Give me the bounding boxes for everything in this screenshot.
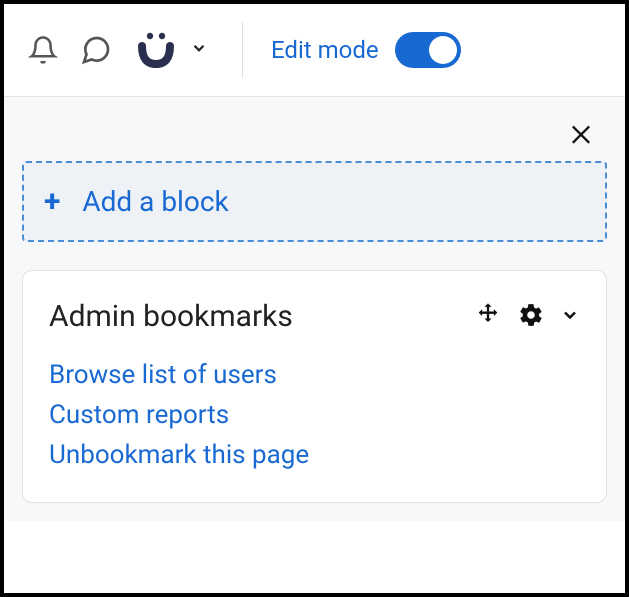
- topbar: Edit mode: [4, 4, 625, 97]
- bookmark-link-custom-reports[interactable]: Custom reports: [49, 400, 580, 430]
- gear-icon[interactable]: [518, 302, 544, 332]
- block-title: Admin bookmarks: [49, 299, 293, 334]
- block-drawer: + Add a block Admin bookmarks: [4, 97, 625, 521]
- close-drawer-icon[interactable]: [567, 119, 595, 151]
- bookmark-link-browse-users[interactable]: Browse list of users: [49, 360, 580, 390]
- divider: [242, 22, 243, 78]
- edit-mode-toggle-group: Edit mode: [271, 32, 461, 68]
- edit-mode-toggle[interactable]: [395, 32, 461, 68]
- admin-bookmarks-block: Admin bookmarks: [22, 270, 607, 503]
- messages-icon[interactable]: [80, 34, 112, 66]
- plus-icon: +: [44, 187, 60, 217]
- notifications-icon[interactable]: [28, 35, 58, 65]
- edit-mode-label: Edit mode: [271, 36, 379, 64]
- add-block-label: Add a block: [82, 185, 228, 218]
- move-icon[interactable]: [474, 301, 502, 333]
- bookmark-link-unbookmark[interactable]: Unbookmark this page: [49, 440, 580, 470]
- chevron-down-icon[interactable]: [560, 305, 580, 329]
- chevron-down-icon: [190, 39, 208, 61]
- avatar-icon: [134, 26, 178, 74]
- add-block-button[interactable]: + Add a block: [22, 161, 607, 242]
- user-menu[interactable]: [134, 26, 208, 74]
